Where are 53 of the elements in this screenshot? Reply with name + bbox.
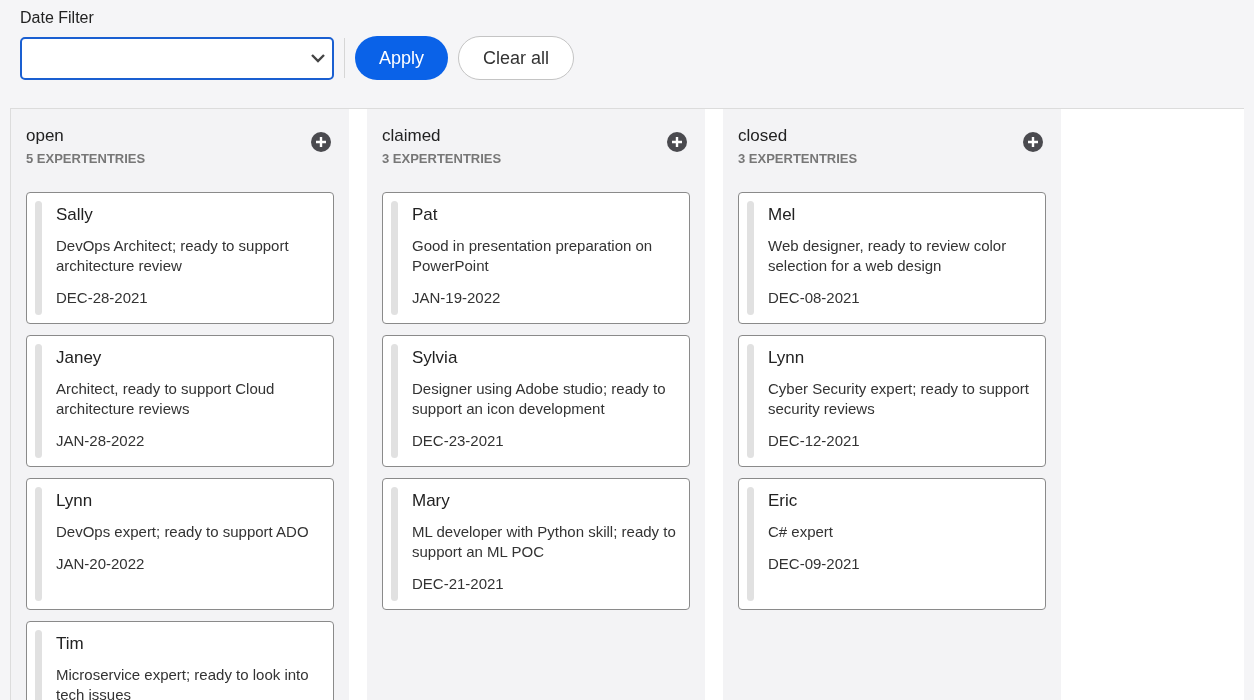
entry-date: JAN-20-2022 bbox=[56, 554, 146, 574]
expert-description: Microservice expert; ready to look into tech issues bbox=[56, 665, 310, 700]
entry-date: DEC-09-2021 bbox=[768, 554, 860, 574]
expert-description: Good in presentation preparation on PowerPoint bbox=[412, 236, 654, 276]
expert-card[interactable]: Mel Web designer, ready to review color selection for a web design DEC-08-2021 bbox=[738, 192, 1046, 324]
field-label: Date Filter bbox=[20, 8, 95, 28]
expert-name: Mel bbox=[768, 204, 797, 226]
expert-card[interactable]: Pat Good in presentation preparation on PowerPoint JAN-19-2022 bbox=[382, 192, 690, 324]
entry-count: 3 EXPERTENTRIES bbox=[738, 150, 858, 168]
expert-card[interactable]: Lynn Cyber Security expert; ready to support security reviews DEC-12-2021 bbox=[738, 335, 1046, 467]
expert-name: Tim bbox=[56, 633, 85, 655]
entry-date: DEC-28-2021 bbox=[56, 288, 149, 308]
date-filter-dropdown[interactable] bbox=[20, 36, 334, 80]
expert-description: Architect, ready to support Cloud architecture reviews bbox=[56, 379, 276, 419]
expert-description: DevOps Architect; ready to support architecture review bbox=[56, 236, 290, 276]
entry-date: JAN-19-2022 bbox=[412, 288, 502, 308]
add-icon[interactable] bbox=[1022, 131, 1044, 153]
entry-date: DEC-21-2021 bbox=[412, 574, 505, 594]
expert-name: Sylvia bbox=[412, 347, 459, 369]
expert-card[interactable]: Mary ML developer with Python skill; ready to support an ML POC DEC-21-2021 bbox=[382, 478, 690, 610]
entry-date: DEC-12-2021 bbox=[768, 431, 861, 451]
expert-name: Pat bbox=[412, 204, 439, 226]
expert-description: ML developer with Python skill; ready to support an ML POC bbox=[412, 522, 677, 562]
chevron-down-icon bbox=[310, 53, 326, 63]
entry-date: DEC-08-2021 bbox=[768, 288, 861, 308]
clear-all-button[interactable]: Clear all bbox=[458, 36, 575, 80]
expert-name: Lynn bbox=[768, 347, 806, 369]
entry-count: 3 EXPERTENTRIES bbox=[382, 150, 502, 168]
expert-description: Cyber Security expert; ready to support security reviews bbox=[768, 379, 1030, 419]
expert-name: Lynn bbox=[56, 490, 94, 512]
entry-count: 5 EXPERTENTRIES bbox=[26, 150, 146, 168]
expert-name: Mary bbox=[412, 490, 451, 512]
expert-name: Janey bbox=[56, 347, 103, 369]
entry-date: JAN-28-2022 bbox=[56, 431, 146, 451]
add-icon[interactable] bbox=[310, 131, 332, 153]
expert-card[interactable]: Eric C# expert DEC-09-2021 bbox=[738, 478, 1046, 610]
apply-button[interactable]: Apply bbox=[355, 36, 449, 80]
expert-description: C# expert bbox=[768, 522, 835, 542]
expert-name: Eric bbox=[768, 490, 799, 512]
column-title: closed bbox=[738, 125, 789, 147]
add-icon[interactable] bbox=[666, 131, 688, 153]
expert-card[interactable]: Janey Architect, ready to support Cloud architecture reviews JAN-28-2022 bbox=[26, 335, 334, 467]
expert-description: Web designer, ready to review color selection for a web design bbox=[768, 236, 1008, 276]
expert-description: Designer using Adobe studio; ready to support an icon development bbox=[412, 379, 667, 419]
expert-card[interactable]: Sally DevOps Architect; ready to support architecture review DEC-28-2021 bbox=[26, 192, 334, 324]
column-title: open bbox=[26, 125, 65, 147]
expert-card[interactable]: Tim Microservice expert; ready to look into tech issues bbox=[26, 621, 334, 700]
entry-date: DEC-23-2021 bbox=[412, 431, 505, 451]
expert-description: DevOps expert; ready to support ADO bbox=[56, 522, 309, 542]
column-title: claimed bbox=[382, 125, 442, 147]
expert-card[interactable]: Lynn DevOps expert; ready to support ADO JAN-20-2022 bbox=[26, 478, 334, 610]
expert-card[interactable]: Sylvia Designer using Adobe studio; ready to support an icon development DEC-23-2021 bbox=[382, 335, 690, 467]
expert-name: Sally bbox=[56, 204, 94, 226]
